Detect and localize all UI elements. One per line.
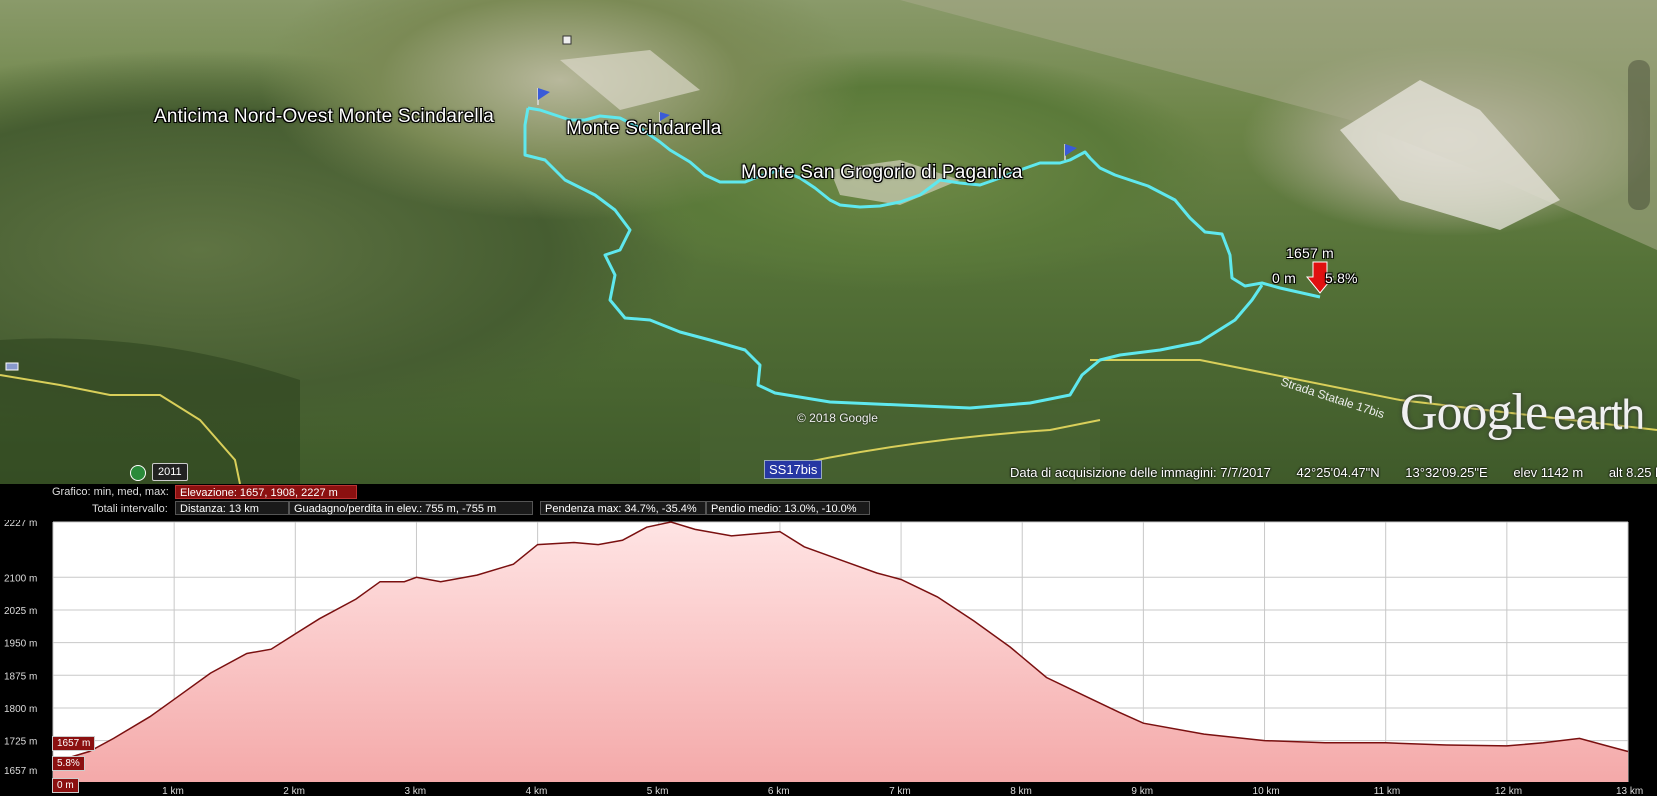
elevation-profile-panel[interactable]: Grafico: min, med, max: Elevazione: 1657… [0,484,1657,796]
placemark-label[interactable]: Anticima Nord-Ovest Monte Scindarella [154,106,494,128]
x-tick-label: 11 km [1374,786,1401,796]
map-view[interactable]: Strada Statale 17bis Anticima Nord-Ovest… [0,0,1657,484]
pin-icon [537,88,550,105]
x-tick-label: 13 km [1616,786,1643,796]
x-tick-label: 1 km [162,786,184,796]
ground-elevation: elev 1142 m [1513,465,1584,480]
y-tick-label: 1875 m [4,671,37,682]
y-tick-label: 2227 m [4,520,37,529]
place-icon [5,362,19,371]
avg-slope-stat: Pendio medio: 13.0%, -10.0% [706,501,870,515]
y-tick-label: 1800 m [4,704,37,715]
google-earth-logo: Google earth [1400,384,1645,441]
y-tick-label: 1657 m [4,766,37,777]
placemark-label[interactable]: Monte San Grogorio di Paganica [741,162,1023,184]
x-tick-label: 2 km [283,786,305,796]
status-bar: Data di acquisizione delle immagini: 7/7… [1010,465,1657,480]
cursor-elevation: 1657 m [1286,245,1334,261]
elevation-chart[interactable]: 2227 m 2100 m 2025 m 1950 m 1875 m 1800 m 1725… [0,520,1657,796]
elevation-stats: Elevazione: 1657, 1908, 2227 m [175,485,357,499]
historical-imagery-icon[interactable] [130,465,146,481]
latitude: 42°25'04.47"N [1296,465,1380,480]
place-icon [562,35,572,45]
road-shield: SS17bis [764,460,823,479]
current-distance-badge: 0 m [52,778,79,793]
chart-stats-label: Grafico: min, med, max: [52,486,169,498]
placemark-label[interactable]: Monte Scindarella [566,118,721,140]
x-tick-label: 3 km [404,786,426,796]
range-totals-label: Totali intervallo: [92,503,168,515]
cursor-slope: 5.8% [1325,270,1358,286]
max-slope-stat: Pendenza max: 34.7%, -35.4% [540,501,706,515]
y-tick-label: 2025 m [4,606,37,617]
x-tick-label: 4 km [526,786,548,796]
x-tick-label: 9 km [1131,786,1153,796]
y-tick-label: 1725 m [4,737,37,748]
imagery-date: Data di acquisizione delle immagini: 7/7… [1010,465,1271,480]
x-tick-label: 12 km [1495,786,1522,796]
cursor-distance: 0 m [1272,270,1296,286]
zoom-slider [1628,60,1650,210]
x-tick-label: 10 km [1253,786,1280,796]
y-tick-label: 1950 m [4,639,37,650]
x-tick-label: 5 km [647,786,669,796]
gps-track [523,106,1321,410]
copyright: © 2018 Google [797,411,878,425]
eye-altitude: alt 8.25 km [1608,465,1657,480]
x-tick-label: 7 km [889,786,911,796]
historical-year-badge[interactable]: 2011 [152,463,188,481]
gain-loss-stat: Guadagno/perdita in elev.: 755 m, -755 m [289,501,533,515]
current-slope-badge: 5.8% [52,756,85,771]
current-elevation-badge: 1657 m [52,736,96,751]
x-tick-label: 6 km [768,786,790,796]
x-tick-label: 8 km [1010,786,1032,796]
distance-stat: Distanza: 13 km [175,501,289,515]
y-tick-label: 2100 m [4,573,37,584]
longitude: 13°32'09.25"E [1405,465,1488,480]
road-name: Strada Statale 17bis [1279,375,1386,422]
